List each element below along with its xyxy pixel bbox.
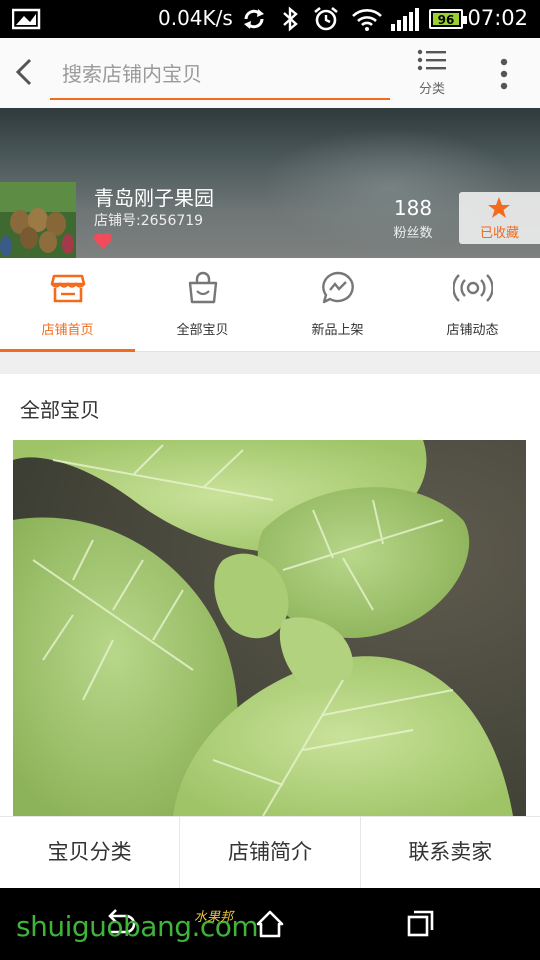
section-divider: [0, 352, 540, 374]
storefront-icon: [50, 274, 85, 303]
status-bar: 0.04K/s 96 07:02: [0, 0, 540, 38]
picture-notification-icon: [12, 8, 41, 30]
list-icon: [417, 49, 446, 71]
recent-apps-icon[interactable]: [400, 906, 440, 942]
tab-label: 全部宝贝: [176, 323, 229, 338]
new-items-icon: [321, 271, 354, 304]
sync-icon: [244, 9, 264, 29]
contact-seller-button[interactable]: 联系卖家: [361, 817, 540, 888]
shop-banner: 青岛刚子果园 店铺号:2656719 188 粉丝数 已收藏: [0, 108, 540, 258]
shopping-bag-icon: [188, 271, 217, 304]
tab-label: 店铺动态: [446, 323, 499, 338]
shop-intro-button[interactable]: 店铺简介: [180, 817, 361, 888]
bluetooth-icon: [283, 6, 298, 32]
clock: 07:02: [467, 6, 528, 30]
more-options-icon[interactable]: [490, 54, 518, 94]
broadcast-icon: [452, 274, 493, 302]
shop-avatar[interactable]: [0, 182, 76, 258]
network-speed: 0.04K/s: [158, 6, 233, 30]
category-label: 分类: [418, 82, 445, 97]
alarm-icon: [314, 6, 338, 31]
back-arrow-icon[interactable]: [8, 52, 42, 92]
category-button[interactable]: 分类: [406, 48, 458, 104]
shop-id: 店铺号:2656719: [94, 213, 204, 229]
section-title: 全部宝贝: [20, 398, 100, 422]
product-image[interactable]: [13, 440, 526, 816]
favorite-button[interactable]: 已收藏: [459, 192, 540, 244]
watermark-sub: 水果邦: [194, 910, 234, 925]
signal-icon: [391, 8, 419, 31]
star-icon: [488, 197, 510, 218]
fans-count: 188: [393, 196, 433, 220]
tab-label: 店铺首页: [41, 323, 94, 338]
search-box[interactable]: [50, 50, 390, 100]
tab-all-items[interactable]: 全部宝贝: [135, 258, 270, 352]
battery-icon: 96: [429, 9, 467, 29]
shop-bottom-bar: 宝贝分类 店铺简介 联系卖家: [0, 816, 540, 888]
fans-label: 粉丝数: [393, 226, 433, 241]
tab-shop-home[interactable]: 店铺首页: [0, 258, 135, 352]
search-input[interactable]: [62, 58, 372, 90]
shop-name: 青岛刚子果园: [94, 186, 214, 210]
favorite-label: 已收藏: [479, 226, 519, 241]
wifi-icon: [352, 9, 382, 31]
battery-level: 96: [433, 13, 459, 27]
tab-label: 新品上架: [311, 323, 364, 338]
shop-tabs: 店铺首页 全部宝贝 新品上架 店铺动态: [0, 258, 540, 352]
tab-shop-updates[interactable]: 店铺动态: [405, 258, 540, 352]
heart-icon: [94, 233, 112, 249]
search-header: 分类: [0, 38, 540, 108]
tab-new-arrivals[interactable]: 新品上架: [270, 258, 405, 352]
item-categories-button[interactable]: 宝贝分类: [0, 817, 181, 888]
